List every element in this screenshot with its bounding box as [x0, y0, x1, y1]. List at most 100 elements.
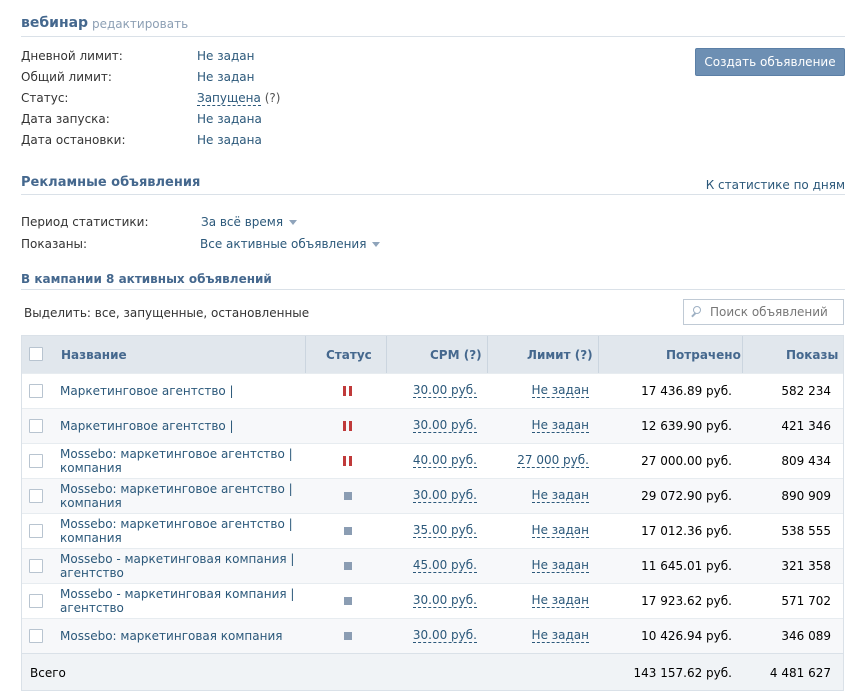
- pause-status-icon[interactable]: [343, 386, 353, 396]
- header-views[interactable]: Показы: [786, 336, 838, 373]
- row-checkbox[interactable]: [29, 489, 43, 503]
- limit-value[interactable]: Не задан: [531, 524, 589, 538]
- ad-name-line: компания: [60, 461, 122, 475]
- create-ad-button[interactable]: Создать объявление: [695, 48, 845, 76]
- row-checkbox[interactable]: [29, 524, 43, 538]
- stop-status-icon[interactable]: [344, 527, 352, 535]
- ad-name-line: Mossebo - маркетинговая компания |: [60, 587, 295, 601]
- ad-search-input[interactable]: [710, 305, 840, 319]
- chevron-down-icon: [289, 220, 298, 225]
- section-divider: [21, 194, 845, 195]
- views-value: 890 909: [781, 489, 831, 503]
- cpm-value[interactable]: 30.00 руб.: [412, 384, 477, 398]
- chevron-down-icon: [372, 242, 381, 247]
- cpm-value[interactable]: 35.00 руб.: [412, 524, 477, 538]
- daily-stats-link[interactable]: К статистике по дням: [706, 178, 845, 192]
- cpm-value[interactable]: 30.00 руб.: [412, 489, 477, 503]
- start-date-value: Не задана: [197, 112, 262, 126]
- spent-value: 12 639.90 руб.: [641, 419, 732, 433]
- cpm-value[interactable]: 30.00 руб.: [412, 419, 477, 433]
- ad-name-link[interactable]: Маркетинговое агентство |: [60, 419, 234, 433]
- limit-value[interactable]: Не задан: [531, 384, 589, 398]
- row-checkbox[interactable]: [29, 384, 43, 398]
- table-row: Mossebo: маркетинговое агентство | компан…: [22, 478, 843, 513]
- spent-value: 17 436.89 руб.: [641, 384, 732, 398]
- limit-value[interactable]: Не задан: [531, 559, 589, 573]
- limit-value[interactable]: Не задан: [531, 629, 589, 643]
- stop-status-icon[interactable]: [344, 632, 352, 640]
- header-limit[interactable]: Лимит (?): [527, 336, 593, 373]
- status-help-link[interactable]: (?): [265, 91, 281, 105]
- ad-name-link[interactable]: Mossebo: маркетинговая компания: [60, 629, 283, 643]
- views-value: 582 234: [781, 384, 831, 398]
- row-checkbox[interactable]: [29, 419, 43, 433]
- row-checkbox[interactable]: [29, 559, 43, 573]
- header-separator: [742, 336, 743, 373]
- select-filter-links[interactable]: Выделить: все, запущенные, остановленные: [24, 306, 309, 320]
- header-status[interactable]: Статус: [326, 336, 372, 373]
- header-cpm[interactable]: CPM (?): [430, 336, 482, 373]
- header-separator: [386, 336, 387, 373]
- edit-campaign-link[interactable]: редактировать: [92, 17, 188, 31]
- table-header: Название Статус CPM (?) Лимит (?) Потрач…: [22, 336, 843, 373]
- ad-name-line: агентство: [60, 566, 124, 580]
- status-value[interactable]: Запущена: [197, 91, 261, 106]
- search-icon: [690, 305, 704, 319]
- ad-name-link[interactable]: Mossebo: маркетинговое агентство | компан…: [60, 447, 293, 475]
- row-checkbox[interactable]: [29, 629, 43, 643]
- total-views: 4 481 627: [769, 666, 831, 680]
- ad-name-link[interactable]: Mossebo - маркетинговая компания | агентс…: [60, 552, 294, 580]
- stop-date-value: Не задана: [197, 133, 262, 147]
- header-spent[interactable]: Потрачено: [666, 336, 741, 373]
- active-ads-count: В кампании 8 активных объявлений: [21, 272, 272, 286]
- row-checkbox[interactable]: [29, 594, 43, 608]
- table-row: Маркетинговое агентство | 30.00 руб. Не за…: [22, 373, 843, 408]
- stop-status-icon[interactable]: [344, 562, 352, 570]
- ad-name-link[interactable]: Mossebo: маркетинговое агентство | компан…: [60, 517, 293, 545]
- views-value: 538 555: [781, 524, 831, 538]
- ad-name-line: компания: [60, 531, 122, 545]
- ad-name-line: Mossebo - маркетинговая компания |: [60, 552, 295, 566]
- limit-value[interactable]: Не задан: [531, 594, 589, 608]
- spent-value: 29 072.90 руб.: [641, 489, 732, 503]
- spent-value: 11 645.01 руб.: [641, 559, 732, 573]
- ad-name-link[interactable]: Mossebo: маркетинговое агентство | компан…: [60, 482, 293, 510]
- cpm-value[interactable]: 45.00 руб.: [412, 559, 477, 573]
- cpm-value[interactable]: 30.00 руб.: [412, 629, 477, 643]
- spent-value: 17 923.62 руб.: [641, 594, 732, 608]
- table-row: Mossebo: маркетинговое агентство | компан…: [22, 443, 843, 478]
- stop-status-icon[interactable]: [344, 492, 352, 500]
- limit-value[interactable]: Не задан: [531, 489, 589, 503]
- period-label: Период статистики:: [21, 215, 149, 229]
- cpm-value[interactable]: 30.00 руб.: [412, 594, 477, 608]
- ad-name-line: Mossebo: маркетинговое агентство |: [60, 447, 293, 461]
- pause-status-icon[interactable]: [343, 456, 353, 466]
- header-name[interactable]: Название: [61, 336, 127, 373]
- daily-limit-value: Не задан: [197, 49, 255, 63]
- period-dropdown[interactable]: За всё время: [201, 215, 298, 229]
- ad-name-link[interactable]: Маркетинговое агентство |: [60, 384, 234, 398]
- pause-status-icon[interactable]: [343, 421, 353, 431]
- limit-value[interactable]: 27 000 руб.: [517, 454, 589, 468]
- shown-dropdown-value: Все активные объявления: [200, 237, 367, 251]
- total-limit-label: Общий лимит:: [21, 70, 112, 84]
- period-dropdown-value: За всё время: [201, 215, 284, 229]
- stop-status-icon[interactable]: [344, 597, 352, 605]
- ad-name-line: Mossebo: маркетинговая компания: [60, 629, 283, 643]
- cpm-value[interactable]: 40.00 руб.: [412, 454, 477, 468]
- select-all-checkbox[interactable]: [29, 347, 43, 361]
- ad-search-box[interactable]: [683, 299, 844, 325]
- ad-name-line: Маркетинговое агентство |: [60, 384, 234, 398]
- spent-value: 27 000.00 руб.: [641, 454, 732, 468]
- spent-value: 10 426.94 руб.: [641, 629, 732, 643]
- shown-dropdown[interactable]: Все активные объявления: [200, 237, 381, 251]
- ad-name-line: Mossebo: маркетинговое агентство |: [60, 482, 293, 496]
- ad-name-line: Маркетинговое агентство |: [60, 419, 234, 433]
- limit-value[interactable]: Не задан: [531, 419, 589, 433]
- ad-name-line: компания: [60, 496, 122, 510]
- header-divider: [21, 36, 845, 37]
- row-checkbox[interactable]: [29, 454, 43, 468]
- ads-table: Название Статус CPM (?) Лимит (?) Потрач…: [21, 335, 844, 691]
- views-value: 571 702: [781, 594, 831, 608]
- ad-name-link[interactable]: Mossebo - маркетинговая компания | агентс…: [60, 587, 294, 615]
